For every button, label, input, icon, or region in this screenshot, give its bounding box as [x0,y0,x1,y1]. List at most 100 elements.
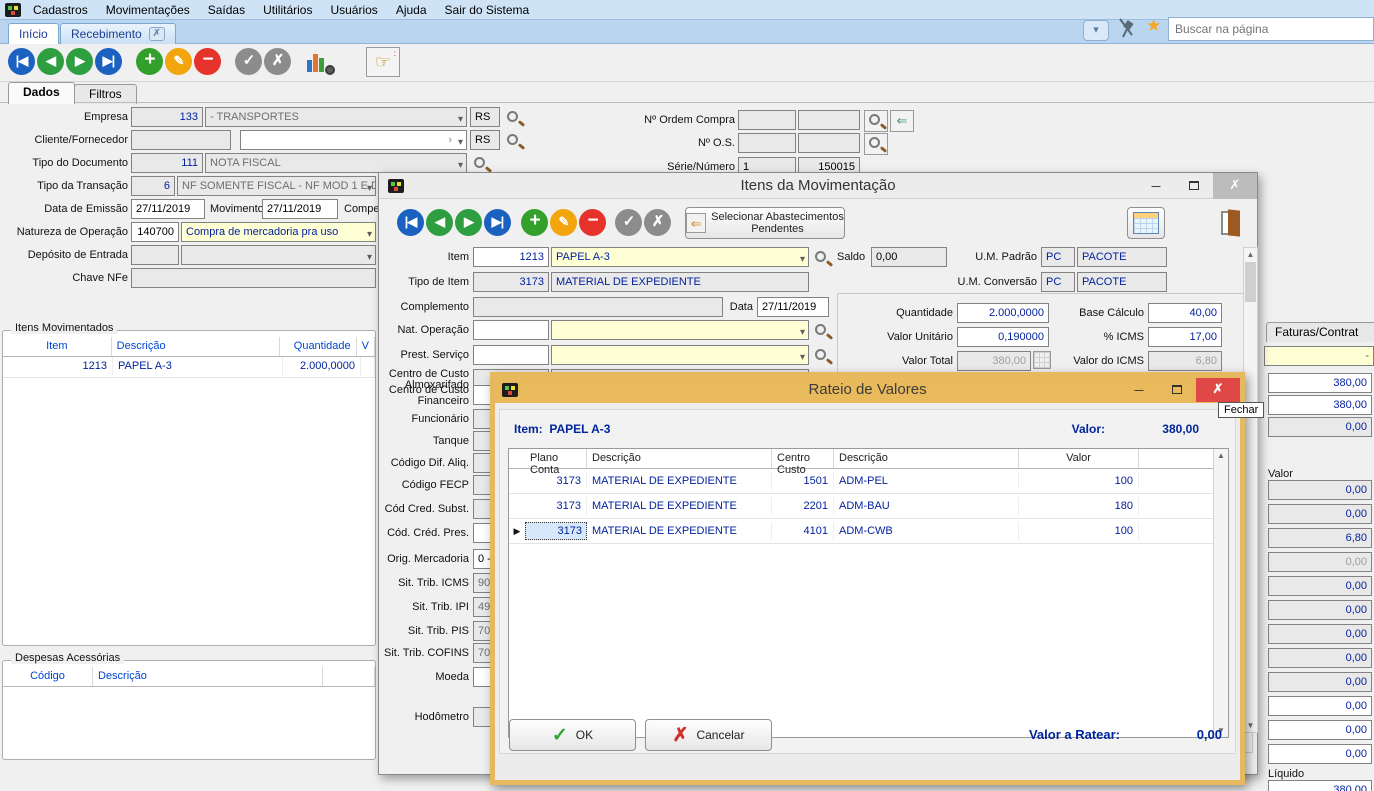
minimize-icon[interactable] [1137,173,1175,199]
faturas-value-3[interactable]: 0,00 [1268,417,1372,437]
page-search[interactable] [1168,17,1374,41]
quantidade-field[interactable]: 2.000,0000 [957,303,1049,323]
chave-nfe-field[interactable] [131,268,376,288]
itens-edit-button[interactable]: ✎ [550,209,577,236]
valor-field-8[interactable]: 0,00 [1268,672,1372,692]
valor-field-5[interactable]: 0,00 [1268,600,1372,620]
menu-saidas[interactable]: Saídas [199,1,254,19]
valor-field-6[interactable]: 0,00 [1268,624,1372,644]
empresa-name-combo[interactable]: - TRANSPORTES▾ [205,107,467,127]
cliente-name-combo[interactable]: ›▾ [240,130,467,150]
rateio-maximize-icon[interactable] [1158,377,1196,403]
col-valor-clipped[interactable]: V [357,337,375,356]
prest-servico-combo[interactable]: ▾ [551,345,809,365]
rateio-titlebar[interactable]: Rateio de Valores ✗ [495,377,1240,403]
item-combo[interactable]: PAPEL A-3▾ [551,247,809,267]
natureza-code-field[interactable]: 140700 [131,222,179,242]
menu-movimentacoes[interactable]: Movimentações [97,1,199,19]
empresa-region-field[interactable]: RS [470,107,500,127]
ordem-compra-select-button[interactable]: ⇐ [890,110,914,132]
rateio-col-valor[interactable]: Valor [1019,449,1139,468]
tab-dados[interactable]: Dados [8,82,75,104]
liquido-field[interactable]: 380,00 [1268,780,1372,791]
um-padrao-code[interactable]: PC [1041,247,1075,267]
tab-close-icon[interactable]: ✗ [149,27,165,41]
col-codigo[interactable]: Código [3,667,93,686]
nat-operacao-search-icon[interactable] [815,324,826,335]
rateio-row-3-selected[interactable]: ▶ 3173 MATERIAL DE EXPEDIENTE 4101 ADM-C… [509,519,1228,544]
cancel-button[interactable]: ✗ [264,48,291,75]
valor-field-1[interactable]: 0,00 [1268,504,1372,524]
nat-operacao-combo[interactable]: ▾ [551,320,809,340]
um-conversao-name[interactable]: PACOTE [1077,272,1167,292]
valor-field-4[interactable]: 0,00 [1268,576,1372,596]
close-icon[interactable]: ✗ [1213,173,1257,199]
rateio-col-plano[interactable]: Plano Conta [525,449,587,468]
itens-scrollbar[interactable]: ▲ ▼ [1243,247,1258,733]
faturas-yellow-field[interactable]: - [1264,346,1374,366]
os-field2[interactable] [798,133,860,153]
ordem-compra-field2[interactable] [798,110,860,130]
itens-add-button[interactable]: + [521,209,548,236]
tab-inicio[interactable]: Início [8,23,59,44]
complemento-field[interactable] [473,297,723,317]
maximize-icon[interactable] [1175,173,1213,199]
valor-unitario-field[interactable]: 0,190000 [957,327,1049,347]
faturas-value-1[interactable]: 380,00 [1268,373,1372,393]
chevron-down-icon[interactable]: ▾ [1083,20,1109,41]
rateio-col-desc2[interactable]: Descrição [834,449,1019,468]
rateio-close-icon[interactable]: ✗ [1196,378,1240,402]
tipo-transacao-combo[interactable]: NF SOMENTE FISCAL - NF MOD 1 E D▾ [177,176,376,196]
itens-last-button[interactable]: ▶| [484,209,511,236]
itens-prev-button[interactable]: ◀ [426,209,453,236]
col-item[interactable]: Item [3,337,112,356]
base-calculo-field[interactable]: 40,00 [1148,303,1222,323]
menu-utilitarios[interactable]: Utilitários [254,1,321,19]
rateio-minimize-icon[interactable] [1120,377,1158,403]
prest-servico-code[interactable] [473,345,549,365]
rateio-row-1[interactable]: 3173 MATERIAL DE EXPEDIENTE 1501 ADM-PEL… [509,469,1228,494]
tipo-item-code-field[interactable]: 3173 [473,272,549,292]
valor-total-field[interactable]: 380,00 [957,351,1031,371]
itens-window-titlebar[interactable]: Itens da Movimentação ✗ [379,173,1257,199]
edit-button[interactable]: ✎ [165,48,192,75]
saldo-field[interactable]: 0,00 [871,247,947,267]
grid-view-button[interactable] [1127,207,1165,239]
itens-movimentados-row[interactable]: 1213 PAPEL A-3 2.000,0000 [3,357,375,378]
rateio-col-centro[interactable]: Centro Custo [772,449,834,468]
os-field1[interactable] [738,133,796,153]
menu-ajuda[interactable]: Ajuda [387,1,436,19]
col-desc[interactable]: Descrição [93,667,323,686]
deposito-code-field[interactable] [131,245,179,265]
favorite-star-icon[interactable]: ★ [1146,16,1161,36]
valor-field-7[interactable]: 0,00 [1268,648,1372,668]
pointer-tool-button[interactable]: ☞ ∶ [366,47,400,77]
os-search-button[interactable] [864,133,888,155]
rateio-cancel-button[interactable]: ✗Cancelar [645,719,772,751]
itens-next-button[interactable]: ▶ [455,209,482,236]
movimento-field[interactable]: 27/11/2019 [262,199,338,219]
delete-button[interactable]: − [194,48,221,75]
cliente-code-field[interactable] [131,130,231,150]
tipo-transacao-code-field[interactable]: 6 [131,176,175,196]
faturas-value-2[interactable]: 380,00 [1268,395,1372,415]
menu-sair[interactable]: Sair do Sistema [436,1,539,19]
valor-icms-field[interactable]: 6,80 [1148,351,1222,371]
confirm-button[interactable]: ✓ [235,48,262,75]
next-record-button[interactable]: ▶ [66,48,93,75]
tab-recebimento[interactable]: Recebimento ✗ [60,23,176,44]
menu-usuarios[interactable]: Usuários [321,1,386,19]
rateio-scrollbar[interactable]: ▲ ▼ [1213,449,1228,737]
cliente-search-icon[interactable] [507,134,518,145]
valor-field-3[interactable]: 0,00 [1268,552,1372,572]
tab-filtros[interactable]: Filtros [74,84,137,104]
rateio-ok-button[interactable]: ✓OK [509,719,636,751]
tab-faturas-contratos[interactable]: Faturas/Contrat [1266,322,1374,342]
valor-field-2[interactable]: 6,80 [1268,528,1372,548]
menu-cadastros[interactable]: Cadastros [24,1,97,19]
natureza-combo[interactable]: Compra de mercadoria pra uso▾ [181,222,376,242]
prest-servico-search-icon[interactable] [815,349,826,360]
empresa-search-icon[interactable] [507,111,518,122]
tipo-documento-code-field[interactable]: 111 [131,153,203,173]
add-button[interactable]: + [136,48,163,75]
